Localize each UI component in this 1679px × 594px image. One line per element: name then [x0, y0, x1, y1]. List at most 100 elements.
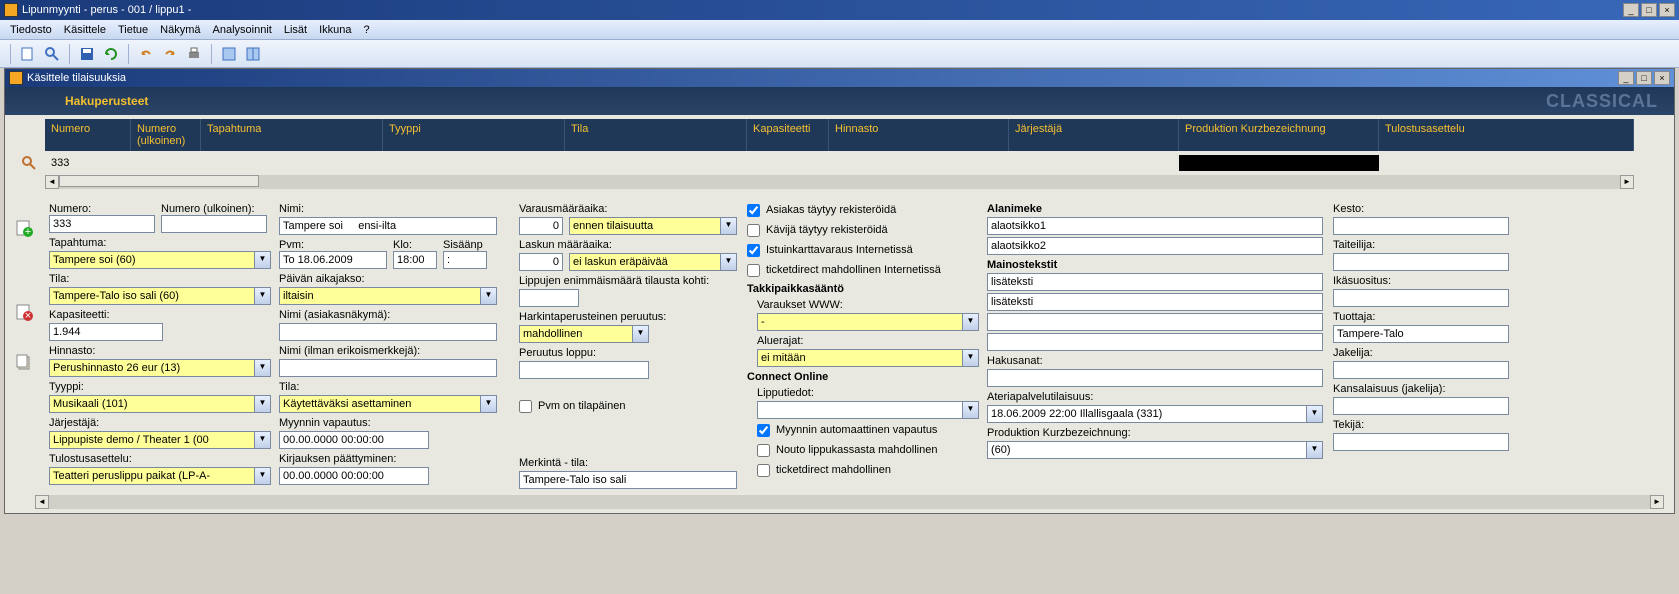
chevron-down-icon[interactable]: ▼	[632, 326, 648, 342]
filter-val-tapahtuma[interactable]	[201, 161, 383, 165]
nimi-asiakas-input[interactable]	[279, 323, 497, 341]
window1-icon[interactable]	[218, 43, 240, 65]
aluerajat-combo[interactable]: ei mitään▼	[757, 349, 979, 367]
menu-ikkuna[interactable]: Ikkuna	[313, 22, 357, 38]
kapasiteetti-input[interactable]	[49, 323, 163, 341]
footer-hscrollbar[interactable]: ◄ ►	[35, 495, 1664, 509]
hscroll-left-icon[interactable]: ◄	[45, 175, 59, 189]
peruutus-loppu-input[interactable]	[519, 361, 649, 379]
menu-lisat[interactable]: Lisät	[278, 22, 313, 38]
chevron-down-icon[interactable]: ▼	[254, 432, 270, 448]
kavija-checkbox[interactable]	[747, 224, 760, 237]
harkinta-combo[interactable]: mahdollinen▼	[519, 325, 649, 343]
copy-record-icon[interactable]	[15, 353, 33, 371]
chevron-down-icon[interactable]: ▼	[480, 288, 496, 304]
sub-maximize-button[interactable]: □	[1636, 71, 1652, 85]
filter-col-tyyppi[interactable]: Tyyppi	[383, 119, 565, 151]
hscrollbar[interactable]: ◄ ►	[45, 175, 1634, 189]
merkinta-input[interactable]	[519, 471, 737, 489]
filter-col-jarjestaja[interactable]: Järjestäjä	[1009, 119, 1179, 151]
filter-val-tulostus[interactable]	[1379, 161, 1634, 165]
filter-col-tapahtuma[interactable]: Tapahtuma	[201, 119, 383, 151]
menu-nakyma[interactable]: Näkymä	[154, 22, 206, 38]
hakusanat-input[interactable]	[987, 369, 1323, 387]
chevron-down-icon[interactable]: ▼	[254, 468, 270, 484]
add-record-icon[interactable]: +	[15, 219, 33, 237]
filter-val-jarjestaja[interactable]	[1009, 161, 1179, 165]
kirjauksen-input[interactable]	[279, 467, 429, 485]
chevron-down-icon[interactable]: ▼	[480, 396, 496, 412]
hscroll-thumb[interactable]	[59, 175, 259, 187]
filter-col-numero-ulk[interactable]: Numero (ulkoinen)	[131, 119, 201, 151]
menu-help[interactable]: ?	[358, 22, 376, 38]
lisateksti1-input[interactable]	[987, 273, 1323, 291]
laskun-combo[interactable]: ei laskun eräpäivää▼	[569, 253, 737, 271]
varaukset-combo[interactable]: -▼	[757, 313, 979, 331]
myynti-auto-checkbox[interactable]	[757, 424, 770, 437]
lippujen-input[interactable]	[519, 289, 579, 307]
numero-ulk-input[interactable]	[161, 215, 267, 233]
redo-icon[interactable]	[159, 43, 181, 65]
chevron-down-icon[interactable]: ▼	[720, 254, 736, 270]
menu-tietue[interactable]: Tietue	[112, 22, 154, 38]
nimi-input[interactable]	[279, 217, 497, 235]
istuinkartta-checkbox[interactable]	[747, 244, 760, 257]
kesto-input[interactable]	[1333, 217, 1509, 235]
varaus-combo[interactable]: ennen tilaisuutta▼	[569, 217, 737, 235]
produktion-combo[interactable]: (60)▼	[987, 441, 1323, 459]
chevron-down-icon[interactable]: ▼	[720, 218, 736, 234]
pvm-tilap-checkbox[interactable]	[519, 400, 532, 413]
ikasuositus-input[interactable]	[1333, 289, 1509, 307]
nouto-checkbox[interactable]	[757, 444, 770, 457]
footer-hscroll-right-icon[interactable]: ►	[1650, 495, 1664, 509]
tapahtuma-combo[interactable]: Tampere soi (60)▼	[49, 251, 271, 269]
taiteilija-input[interactable]	[1333, 253, 1509, 271]
lisateksti4-input[interactable]	[987, 333, 1323, 351]
alaotsikko2-input[interactable]	[987, 237, 1323, 255]
hinnasto-combo[interactable]: Perushinnasto 26 eur (13)▼	[49, 359, 271, 377]
chevron-down-icon[interactable]: ▼	[962, 402, 978, 418]
menu-tiedosto[interactable]: Tiedosto	[4, 22, 58, 38]
delete-record-icon[interactable]: ×	[15, 303, 33, 321]
filter-col-tila[interactable]: Tila	[565, 119, 747, 151]
magnifier-icon[interactable]	[21, 155, 37, 171]
filter-col-numero[interactable]: Numero	[45, 119, 131, 151]
kansalaisuus-input[interactable]	[1333, 397, 1509, 415]
ticketdirect-checkbox[interactable]	[757, 464, 770, 477]
tekija-input[interactable]	[1333, 433, 1509, 451]
jakelija-input[interactable]	[1333, 361, 1509, 379]
ticketdirect-int-checkbox[interactable]	[747, 264, 760, 277]
nimi-ilman-input[interactable]	[279, 359, 497, 377]
chevron-down-icon[interactable]: ▼	[962, 314, 978, 330]
window2-icon[interactable]	[242, 43, 264, 65]
print-icon[interactable]	[183, 43, 205, 65]
asiakas-checkbox[interactable]	[747, 204, 760, 217]
filter-col-hinnasto[interactable]: Hinnasto	[829, 119, 1009, 151]
myynti-input[interactable]	[279, 431, 429, 449]
menu-kasittele[interactable]: Käsittele	[58, 22, 112, 38]
tila2-combo[interactable]: Käytettäväksi asettaminen▼	[279, 395, 497, 413]
ateria-combo[interactable]: 18.06.2009 22:00 Illallisgaala (331)▼	[987, 405, 1323, 423]
menu-analysoinnit[interactable]: Analysoinnit	[207, 22, 278, 38]
numero-input[interactable]	[49, 215, 155, 233]
footer-hscroll-track[interactable]	[49, 495, 1650, 509]
lisateksti3-input[interactable]	[987, 313, 1323, 331]
search-icon[interactable]	[41, 43, 63, 65]
new-icon[interactable]	[17, 43, 39, 65]
chevron-down-icon[interactable]: ▼	[254, 360, 270, 376]
laskun-num-input[interactable]	[519, 253, 563, 271]
filter-val-hinnasto[interactable]	[829, 161, 1009, 165]
sisaan-input[interactable]	[443, 251, 487, 269]
varaus-num-input[interactable]	[519, 217, 563, 235]
chevron-down-icon[interactable]: ▼	[962, 350, 978, 366]
alaotsikko1-input[interactable]	[987, 217, 1323, 235]
close-button[interactable]: ×	[1659, 3, 1675, 17]
undo-icon[interactable]	[135, 43, 157, 65]
tuottaja-input[interactable]	[1333, 325, 1509, 343]
chevron-down-icon[interactable]: ▼	[254, 252, 270, 268]
lisateksti2-input[interactable]	[987, 293, 1323, 311]
sub-close-button[interactable]: ×	[1654, 71, 1670, 85]
tyyppi-combo[interactable]: Musikaali (101)▼	[49, 395, 271, 413]
filter-val-tyyppi[interactable]	[383, 161, 565, 165]
hscroll-right-icon[interactable]: ►	[1620, 175, 1634, 189]
